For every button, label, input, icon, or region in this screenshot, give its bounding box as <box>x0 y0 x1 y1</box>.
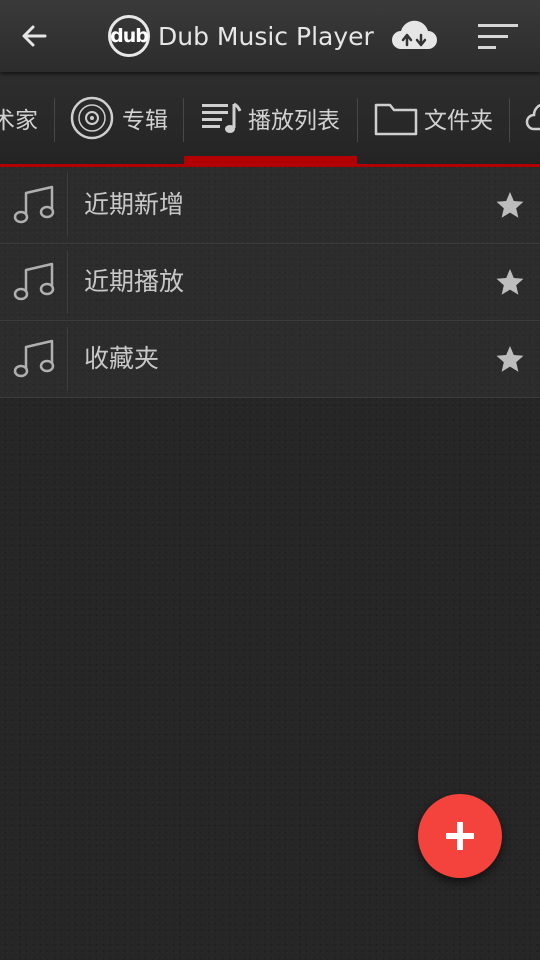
active-tab-indicator <box>184 156 357 164</box>
list-item[interactable]: 收藏夹 <box>0 321 540 398</box>
tab-label: 文件夹 <box>424 108 493 134</box>
playlist-list: 近期新增 近期播放 收藏夹 <box>0 167 540 398</box>
plus-icon <box>446 822 474 850</box>
tab-playlists[interactable]: 播放列表 <box>200 72 340 164</box>
row-divider <box>67 173 68 237</box>
tab-divider <box>357 98 358 142</box>
cloud-icon <box>525 103 540 131</box>
list-item[interactable]: 近期播放 <box>0 244 540 321</box>
playlist-name: 近期新增 <box>84 190 185 219</box>
tab-folders[interactable]: 文件夹 <box>374 72 493 164</box>
vinyl-disc-icon <box>70 96 114 140</box>
star-icon[interactable] <box>494 266 526 298</box>
playlist-name: 近期播放 <box>84 267 185 296</box>
add-playlist-button[interactable] <box>418 794 502 878</box>
row-divider <box>67 250 68 314</box>
tab-label: 术家 <box>0 108 38 134</box>
cloud-sync-button[interactable] <box>388 18 440 54</box>
tab-albums[interactable]: 专辑 <box>70 72 168 164</box>
playlist-name: 收藏夹 <box>84 344 160 373</box>
list-item[interactable]: 近期新增 <box>0 167 540 244</box>
folder-icon <box>374 103 418 136</box>
music-note-icon <box>13 185 55 224</box>
tab-label: 专辑 <box>122 108 168 134</box>
logo-text: dub <box>110 25 149 47</box>
star-icon[interactable] <box>494 189 526 221</box>
tab-cloud[interactable] <box>524 72 540 164</box>
tab-divider <box>54 98 55 142</box>
row-divider <box>67 327 68 391</box>
playlist-icon <box>202 102 242 133</box>
star-icon[interactable] <box>494 343 526 375</box>
tab-divider <box>509 98 510 142</box>
back-button[interactable] <box>20 18 62 54</box>
brand: dub Dub Music Player <box>108 12 374 60</box>
app-bar: dub Dub Music Player <box>0 0 540 72</box>
tab-artists[interactable]: 术家 <box>0 72 38 164</box>
tab-label: 播放列表 <box>248 108 340 134</box>
app-logo: dub <box>108 15 150 57</box>
music-note-icon <box>13 262 55 301</box>
app-title: Dub Music Player <box>158 21 374 51</box>
tab-divider <box>183 98 184 142</box>
cloud-sync-icon <box>392 20 437 49</box>
sort-button[interactable] <box>476 22 520 52</box>
category-tabs: 术家 专辑 播放列表 文件夹 <box>0 72 540 167</box>
sort-icon <box>478 24 518 49</box>
music-note-icon <box>13 339 55 378</box>
arrow-left-icon <box>22 25 47 47</box>
